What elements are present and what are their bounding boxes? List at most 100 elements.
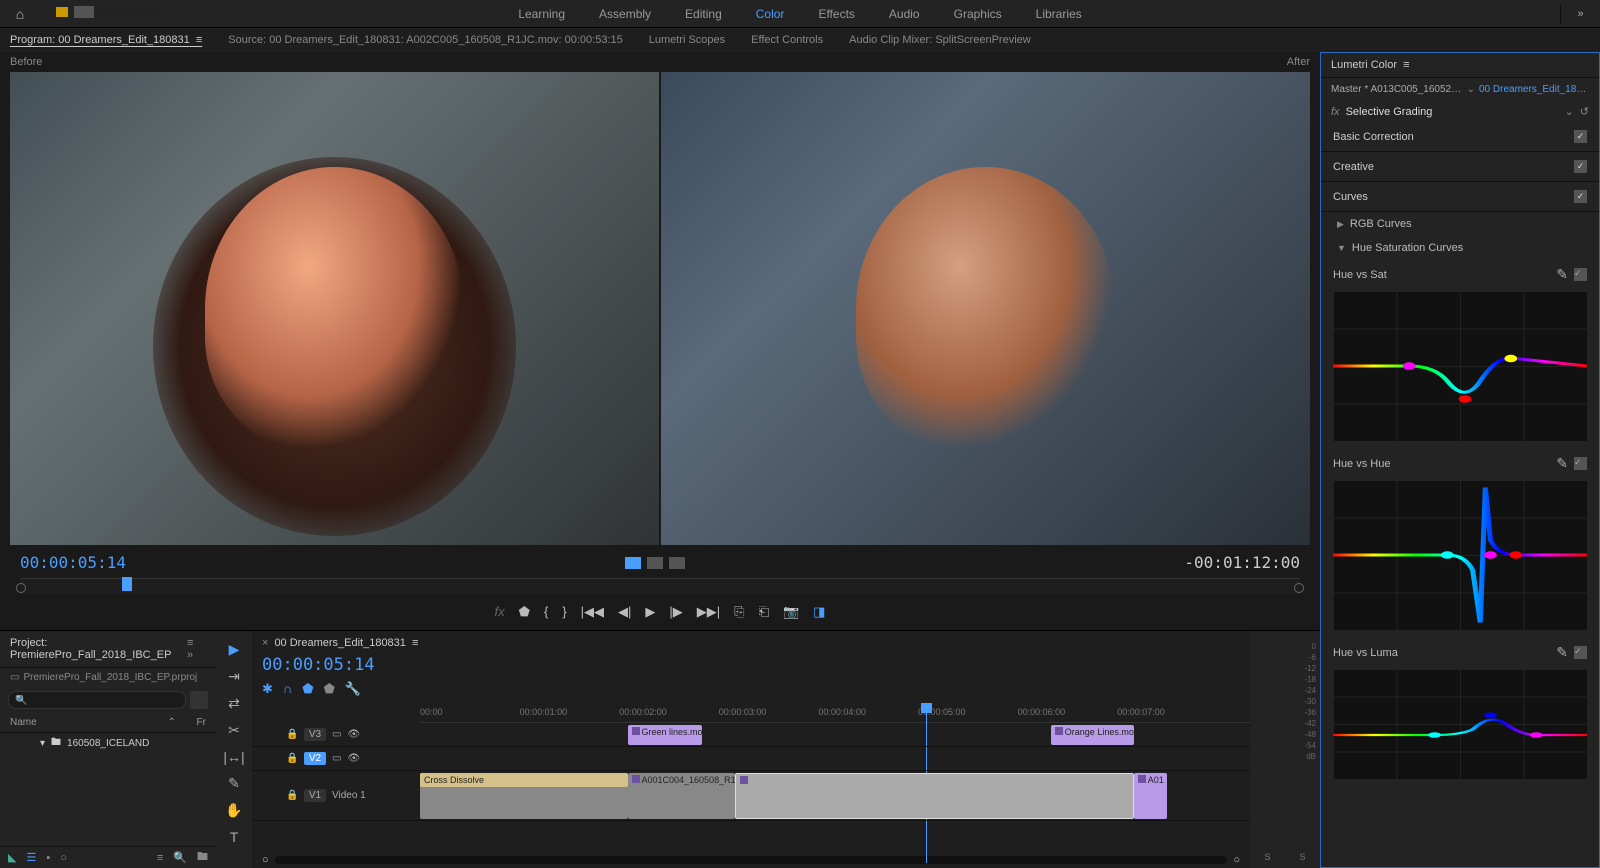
type-tool-icon[interactable]: T [230,829,239,845]
checkbox-icon[interactable]: ✓ [1574,130,1587,143]
sequence-tab[interactable]: 00 Dreamers_Edit_180831 ≡ [252,631,1250,655]
toggle-icon[interactable]: ▭ [332,729,341,740]
col-frame[interactable]: Fr [176,717,206,728]
preset-select[interactable]: Selective Grading [1346,106,1559,118]
audio-mixer-tab[interactable]: Audio Clip Mixer: SplitScreenPreview [849,34,1031,46]
clip-v1[interactable]: A001C004_160508_R1JC.mov [628,773,736,819]
step-fwd-icon[interactable]: |▶ [669,604,682,620]
workspace-overflow[interactable]: » [1560,4,1600,24]
track-select-icon[interactable]: ⇥ [228,668,240,685]
list-view-icon[interactable]: ☰ [26,851,36,864]
chevron-down-icon[interactable]: ⌄ [1467,84,1475,95]
track-content[interactable]: Green lines.mo Orange Lines.mo Cross Dis… [420,723,1250,852]
track-v2[interactable]: V2 [304,752,326,765]
fx-icon[interactable]: fx [495,604,505,620]
col-name[interactable]: Name [10,717,168,728]
checkbox-icon[interactable]: ✓ [1574,646,1587,659]
out-bracket-icon[interactable]: } [562,604,566,620]
clip-orange[interactable]: Orange Lines.mo [1051,725,1134,745]
in-bracket-icon[interactable]: { [544,604,548,620]
hue-vs-sat-curve[interactable] [1333,291,1587,441]
single-view-icon[interactable] [669,557,685,569]
solo-left[interactable]: S [1264,852,1270,862]
sequence-link[interactable]: 00 Dreamers_Edit_180831 ... [1479,84,1589,95]
comparison-icon[interactable]: ◨ [813,604,825,620]
icon-view-icon[interactable]: ▪ [46,852,50,864]
ripple-edit-icon[interactable]: ⇄ [228,695,240,712]
rgb-curves[interactable]: ▶RGB Curves [1321,212,1599,236]
solo-right[interactable]: S [1299,852,1305,862]
step-back-icon[interactable]: ◀| [618,604,631,620]
ws-graphics[interactable]: Graphics [954,7,1002,21]
project-tab[interactable]: Project: PremierePro_Fall_2018_IBC_EP [10,637,187,661]
side-view-icon[interactable] [647,557,663,569]
wrench-icon[interactable]: 🔧 [345,681,361,697]
zoom-scrollbar[interactable] [275,856,1228,864]
chevron-down-icon[interactable]: ⌄ [1565,105,1574,118]
scopes-tab[interactable]: Lumetri Scopes [649,34,725,46]
section-basic[interactable]: Basic Correction✓ [1321,122,1599,152]
ws-libraries[interactable]: Libraries [1036,7,1082,21]
find-icon[interactable]: 🔍 [173,851,187,864]
pen-tool-icon[interactable]: ✎ [228,775,240,792]
timecode-in[interactable]: 00:00:05:14 [20,553,126,572]
preview-before[interactable] [10,72,659,545]
ws-color[interactable]: Color [756,7,785,21]
marker-add-icon[interactable]: ⬟ [302,681,313,697]
project-overflow-icon[interactable]: ≡ » [187,637,206,661]
hue-vs-luma-curve[interactable] [1333,669,1587,779]
lock-icon[interactable]: 🔒 [286,753,298,764]
split-view-icon[interactable] [625,557,641,569]
ws-audio[interactable]: Audio [889,7,920,21]
export-frame-icon[interactable]: 📷 [783,604,799,620]
selection-tool-icon[interactable]: ▶ [229,641,240,658]
clip-a01[interactable]: A01 [1134,773,1167,819]
razor-tool-icon[interactable]: ✂ [228,722,240,739]
track-v3[interactable]: V3 [304,728,326,741]
timeline-tc[interactable]: 00:00:05:14 [252,655,385,675]
master-clip-label[interactable]: Master * A013C005_160521_... [1331,84,1463,95]
goto-in-icon[interactable]: |◀◀ [581,604,604,620]
eyedropper-icon[interactable]: ✎ [1556,644,1568,661]
eyedropper-icon[interactable]: ✎ [1556,455,1568,472]
hand-tool-icon[interactable]: ✋ [225,802,242,819]
source-tab[interactable]: Source: 00 Dreamers_Edit_180831: A002C00… [228,34,622,46]
lumetri-tab[interactable]: Lumetri Color [1331,59,1397,71]
lock-icon[interactable]: 🔒 [286,790,298,801]
section-curves[interactable]: Curves✓ [1321,182,1599,212]
checkbox-icon[interactable]: ✓ [1574,190,1587,203]
toggle-icon[interactable]: ▭ [332,753,341,764]
zoom-out-icon[interactable]: ○ [262,854,269,866]
ws-assembly[interactable]: Assembly [599,7,651,21]
play-icon[interactable]: ▶ [645,604,655,620]
preview-after[interactable] [661,72,1310,545]
reset-icon[interactable]: ↺ [1580,105,1589,118]
checkbox-icon[interactable]: ✓ [1574,160,1587,173]
checkbox-icon[interactable]: ✓ [1574,457,1587,470]
lock-icon[interactable]: 🔒 [286,729,298,740]
freeform-icon[interactable]: ○ [60,852,67,864]
eye-icon[interactable]: 👁 [347,729,359,740]
new-bin-icon[interactable]: 🖿 [197,848,208,867]
sort-menu-icon[interactable]: ≡ [157,852,163,864]
timeline-ruler[interactable]: 00:00 00:00:01:00 00:00:02:00 00:00:03:0… [420,703,1250,723]
sort-icon[interactable]: ⌃ [168,717,176,728]
goto-out-icon[interactable]: ▶▶| [697,604,720,620]
ws-learning[interactable]: Learning [518,7,565,21]
hue-vs-hue-curve[interactable] [1333,480,1587,630]
settings-icon[interactable]: ⬟ [324,681,335,697]
clip-v1-selected[interactable] [735,773,1133,819]
snap-icon[interactable]: ✱ [262,681,273,697]
track-v1[interactable]: V1 [304,789,326,802]
slip-tool-icon[interactable]: |↔| [223,749,244,765]
hsc-curves[interactable]: ▼Hue Saturation Curves [1321,236,1599,260]
new-search-bin-icon[interactable] [190,691,208,709]
effect-controls-tab[interactable]: Effect Controls [751,34,823,46]
zoom-in-icon[interactable]: ○ [1233,854,1240,866]
new-item-icon[interactable]: ◣ [8,851,16,864]
lift-icon[interactable]: ⎘ [734,604,744,620]
playhead-icon[interactable] [122,577,132,591]
project-search-input[interactable] [8,691,186,709]
program-tab[interactable]: Program: 00 Dreamers_Edit_180831 ≡ [10,34,202,46]
monitor-scrubber[interactable] [20,578,1300,594]
